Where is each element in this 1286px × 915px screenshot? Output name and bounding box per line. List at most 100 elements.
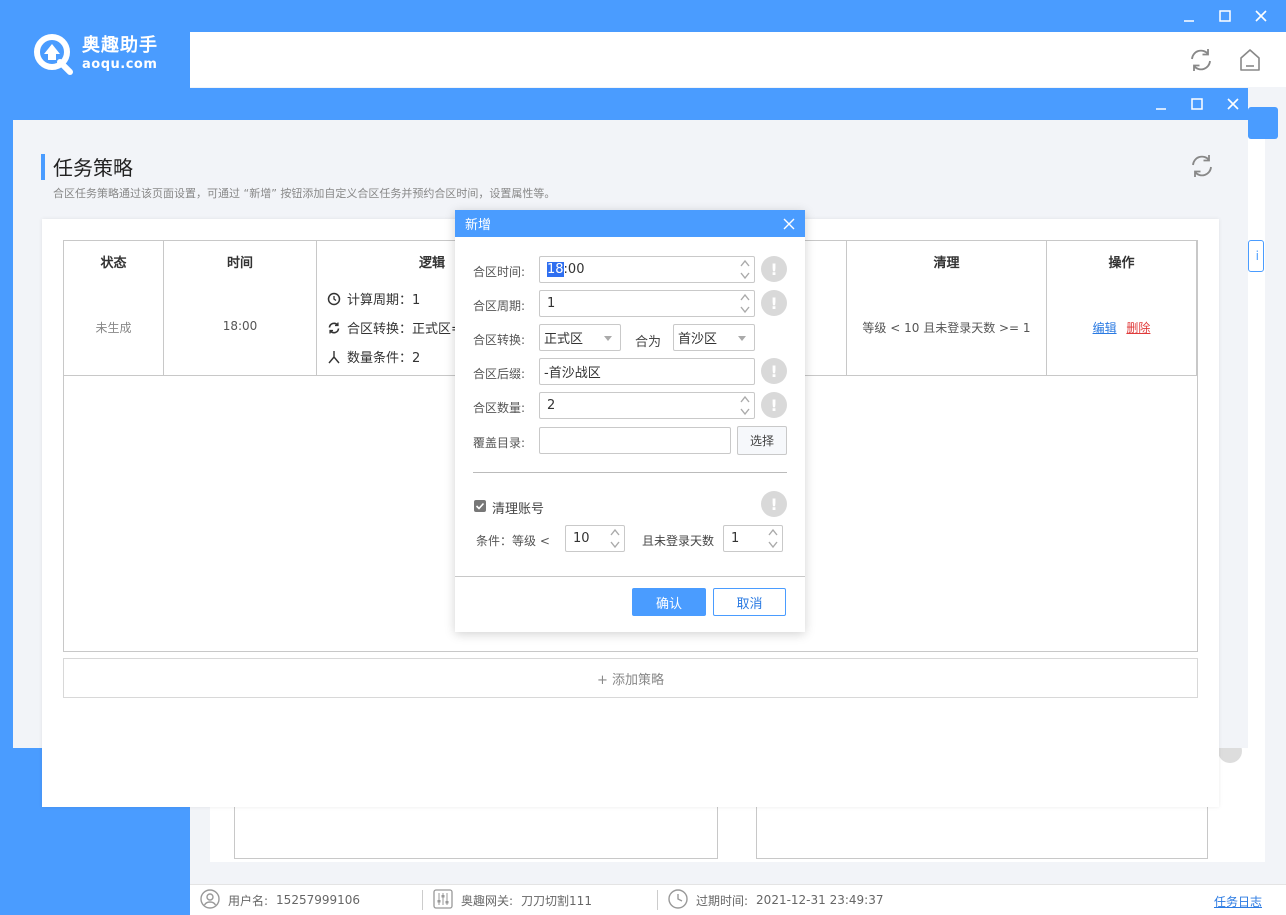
convert-to-value: 首沙区	[678, 332, 718, 347]
convert-from-select[interactable]: 正式区	[539, 324, 621, 351]
logic-convert: 合区转换：正式区=	[327, 318, 462, 337]
info-icon[interactable]: !	[761, 392, 787, 418]
page-title-text: 任务策略	[53, 156, 133, 180]
logic-convert-text: 合区转换：正式区=	[347, 322, 462, 337]
page-header: 任务策略 合区任务策略通过该页面设置，可通过 “新增” 按钮添加自定义合区任务并…	[41, 152, 555, 201]
col-actions: 操作 编辑 删除	[1047, 241, 1197, 376]
dir-input[interactable]	[539, 427, 731, 454]
close-icon[interactable]	[1246, 4, 1276, 28]
spinner-arrows-icon[interactable]	[740, 259, 750, 280]
logic-count: 数量条件：2	[327, 347, 420, 366]
page-title: 任务策略	[41, 152, 555, 181]
gateway-label: 奥趣网关:	[461, 893, 514, 908]
cell-time: 18:00	[222, 319, 258, 333]
minimize-icon[interactable]	[1146, 92, 1176, 116]
convert-from-value: 正式区	[544, 332, 584, 347]
col-status: 状态 未生成	[64, 241, 164, 376]
top-bar	[190, 32, 1286, 87]
count-label: 合区数量:	[473, 401, 526, 415]
confirm-button[interactable]: 确认	[632, 588, 706, 616]
header-cleanup: 清理	[933, 256, 960, 271]
delete-link[interactable]: 删除	[1126, 321, 1150, 335]
header-status: 状态	[100, 256, 127, 271]
home-icon[interactable]	[1236, 46, 1264, 74]
cond-days-value: 1	[731, 531, 740, 546]
merge-time-hour: 18	[547, 262, 564, 277]
cond-level-label: 条件：等级 <	[476, 534, 550, 548]
status-gateway: 奥趣网关: 刀刀切割111	[423, 885, 657, 915]
logo-domain: aoqu.com	[82, 57, 158, 72]
chevron-down-icon	[738, 336, 746, 341]
refresh-icon[interactable]	[1188, 152, 1216, 180]
dialog-title: 新增	[465, 218, 492, 233]
cancel-button[interactable]: 取消	[713, 588, 786, 616]
cond-days-input[interactable]: 1	[723, 525, 783, 552]
main-window-controls	[1174, 4, 1276, 28]
convert-to-select[interactable]: 首沙区	[673, 324, 755, 351]
sync-icon	[328, 322, 340, 333]
user-icon	[200, 888, 220, 912]
dialog-divider	[473, 472, 787, 473]
cleanup-label: 清理账号	[492, 502, 545, 517]
cleanup-checkbox[interactable]	[474, 500, 486, 512]
logic-count-text: 数量条件：2	[347, 351, 421, 366]
cond-level-value: 10	[573, 531, 590, 546]
spinner-arrows-icon[interactable]	[768, 528, 778, 549]
page-description: 合区任务策略通过该页面设置，可通过 “新增” 按钮添加自定义合区任务并预约合区时…	[53, 187, 556, 200]
expire-value: 2021-12-31 23:49:37	[756, 893, 884, 907]
info-icon[interactable]: !	[761, 256, 787, 282]
merge-time-input[interactable]: 18:00	[539, 256, 755, 283]
logic-period: 计算周期：1	[327, 289, 420, 308]
col-cleanup: 清理 等级 < 10 且未登录天数 >= 1	[847, 241, 1047, 376]
header-actions: 操作	[1108, 256, 1135, 271]
info-icon[interactable]: !	[761, 358, 787, 384]
info-icon[interactable]: !	[761, 290, 787, 316]
edit-link[interactable]: 编辑	[1093, 321, 1117, 335]
convert-label: 合区转换:	[473, 333, 526, 347]
refresh-icon[interactable]	[1187, 46, 1215, 74]
background-blue-button[interactable]	[1248, 107, 1278, 139]
status-bar: 用户名: 15257999106 奥趣网关: 刀刀切割111 过期时间: 202…	[190, 884, 1286, 915]
add-strategy-button[interactable]: + 添加策略	[63, 658, 1198, 698]
cond-level-input[interactable]: 10	[565, 525, 625, 552]
maximize-icon[interactable]	[1210, 4, 1240, 28]
background-outline-button[interactable]: i	[1248, 240, 1264, 272]
spinner-arrows-icon[interactable]	[740, 395, 750, 416]
expire-label: 过期时间:	[696, 893, 749, 908]
task-log-link[interactable]: 任务日志	[1214, 893, 1262, 910]
info-icon[interactable]: !	[761, 491, 787, 517]
merge-period-value: 1	[547, 296, 556, 311]
suffix-value: -首沙战区	[544, 366, 601, 381]
spinner-arrows-icon[interactable]	[740, 293, 750, 314]
status-username: 用户名: 15257999106	[190, 885, 422, 915]
cond-days-label: 且未登录天数	[642, 534, 715, 548]
merge-time-minute: :00	[563, 262, 585, 277]
app-logo: 奥趣助手 aoqu.com	[32, 32, 158, 76]
strategy-window-controls	[1146, 92, 1248, 116]
select-dir-button[interactable]: 选择	[737, 426, 787, 455]
close-icon[interactable]	[1218, 92, 1248, 116]
spinner-arrows-icon[interactable]	[610, 528, 620, 549]
background-outline-button-label: i	[1255, 249, 1259, 263]
minimize-icon[interactable]	[1174, 4, 1204, 28]
username-value: 15257999106	[276, 893, 361, 907]
title-accent-bar	[41, 153, 45, 180]
gateway-value: 刀刀切割111	[521, 893, 592, 908]
clock-icon	[668, 888, 688, 912]
count-value: 2	[547, 398, 556, 413]
maximize-icon[interactable]	[1182, 92, 1212, 116]
cell-cleanup: 等级 < 10 且未登录天数 >= 1	[862, 321, 1031, 335]
suffix-input[interactable]: -首沙战区	[539, 358, 755, 385]
cell-actions: 编辑 删除	[1047, 319, 1196, 336]
logic-period-text: 计算周期：1	[347, 293, 421, 308]
merge-period-input[interactable]: 1	[539, 290, 755, 317]
suffix-label: 合区后缀:	[473, 367, 526, 381]
count-input[interactable]: 2	[539, 392, 755, 419]
col-time: 时间 18:00	[164, 241, 317, 376]
dialog-close-icon[interactable]	[779, 214, 799, 234]
header-time: 时间	[226, 256, 253, 271]
sliders-icon	[433, 888, 453, 912]
logo-name: 奥趣助手	[82, 35, 158, 56]
merge-time-label: 合区时间:	[473, 265, 526, 279]
merge-period-label: 合区周期:	[473, 299, 526, 313]
